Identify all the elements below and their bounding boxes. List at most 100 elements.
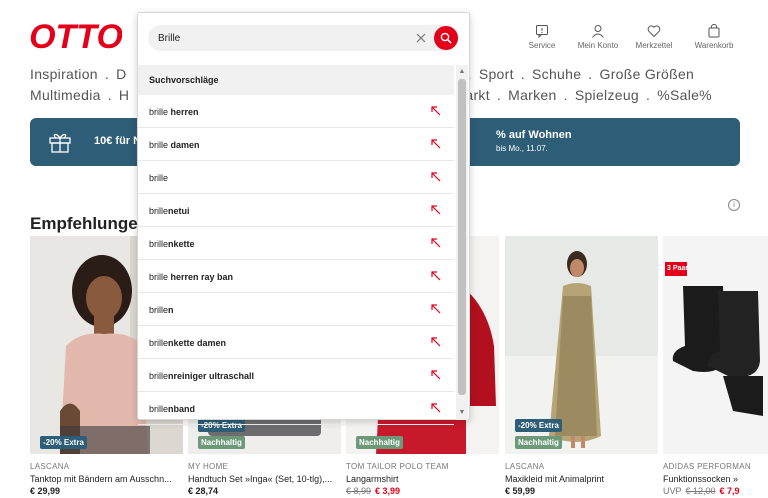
suggestion-text: brillenkette damen	[149, 338, 227, 348]
suggestions-list: brille herren brille damen brille brille…	[138, 95, 454, 425]
nav-separator: .	[563, 87, 568, 103]
suggestion-text: brille	[149, 173, 169, 183]
suggestion-item[interactable]: brillen	[138, 293, 454, 326]
suggestion-text: brille herren ray ban	[149, 272, 234, 282]
logo-text: OTTO	[30, 18, 122, 54]
suggestion-item[interactable]: brille herren ray ban	[138, 260, 454, 293]
fill-query-arrow-icon[interactable]	[430, 204, 442, 216]
suggestion-item[interactable]: brillenband	[138, 392, 454, 425]
nav-item-marken[interactable]: Marken	[508, 85, 556, 106]
search-input[interactable]	[158, 29, 398, 47]
product-price: € 8,99 € 3,99	[346, 486, 400, 496]
product-brand: ADIDAS PERFORMAN	[663, 462, 751, 471]
fill-query-arrow-icon[interactable]	[430, 336, 442, 348]
fill-query-arrow-icon[interactable]	[430, 171, 442, 183]
nav-item-sale[interactable]: %Sale%	[657, 85, 712, 106]
suggestion-item[interactable]: brillenkette damen	[138, 326, 454, 359]
product-image[interactable]: -20% Extra Nachhaltig	[505, 236, 658, 454]
cart-icon	[708, 24, 720, 38]
fill-query-arrow-icon[interactable]	[430, 303, 442, 315]
product-brand: LASCANA	[30, 462, 70, 471]
product-price: UVP € 12,00 € 7,9	[663, 486, 740, 496]
nav-separator: .	[588, 66, 593, 82]
cart-button[interactable]: Warenkorb	[688, 24, 740, 50]
banner-left-text: 10€ für N	[94, 135, 142, 147]
nav-item-grosse-groessen[interactable]: Große Größen	[600, 64, 695, 85]
gift-icon	[49, 133, 71, 153]
suggestion-item[interactable]: brille damen	[138, 128, 454, 161]
product-name[interactable]: Maxikleid mit Animalprint	[505, 474, 658, 484]
product-name[interactable]: Handtuch Set »Inga« (Set, 10-tlg),...	[188, 474, 341, 484]
scroll-thumb[interactable]	[458, 79, 466, 395]
nav-item-multimedia[interactable]: Multimedia	[30, 85, 101, 106]
fill-query-arrow-icon[interactable]	[430, 369, 442, 381]
product-brand: MY HOME	[188, 462, 229, 471]
account-label: Mein Konto	[577, 41, 619, 50]
suggestions-header: Suchvorschläge	[138, 65, 454, 95]
fill-query-arrow-icon[interactable]	[430, 138, 442, 150]
banner-right-subtitle: bis Mo., 11.07.	[496, 144, 548, 153]
header-icons: Service Mein Konto Merkzettel Warenkorb	[520, 24, 740, 50]
sustainable-badge: Nachhaltig	[198, 436, 245, 449]
clear-icon[interactable]	[414, 31, 428, 45]
product-price: € 29,99	[30, 486, 61, 496]
banner-right-title: % auf Wohnen	[496, 129, 572, 141]
otto-logo[interactable]: OTTO	[30, 18, 122, 54]
product-brand: TOM TAILOR POLO TEAM	[346, 462, 449, 471]
info-icon[interactable]: i	[728, 199, 740, 211]
heart-icon	[647, 25, 661, 38]
product-card[interactable]: 3 Paar ADIDAS PERFORMAN Funktionssocken …	[663, 236, 768, 498]
sustainable-badge: Nachhaltig	[356, 436, 403, 449]
old-price: € 8,99	[346, 486, 372, 496]
suggestion-item[interactable]: brille herren	[138, 95, 454, 128]
product-name[interactable]: Funktionssocken »	[663, 474, 768, 484]
nav-item-spielzeug[interactable]: Spielzeug	[575, 85, 639, 106]
search-icon	[440, 32, 452, 44]
suggestion-item[interactable]: brillenreiniger ultraschall	[138, 359, 454, 392]
search-suggestions-panel: Suchvorschläge brille herren brille dame…	[137, 12, 470, 425]
suggestion-item[interactable]: brillenetui	[138, 194, 454, 227]
product-name[interactable]: Langarmshirt	[346, 474, 499, 484]
search-button[interactable]	[434, 26, 458, 50]
product-image[interactable]: 3 Paar	[663, 236, 768, 454]
suggestion-text: brillenreiniger ultraschall	[149, 371, 255, 381]
scroll-up-arrow-icon[interactable]: ▲	[458, 68, 466, 76]
sale-price: € 3,99	[375, 486, 401, 496]
nav-item-h[interactable]: H	[119, 85, 129, 106]
suggestions-scrollbar[interactable]: ▲ ▼	[456, 65, 468, 420]
fill-query-arrow-icon[interactable]	[430, 237, 442, 249]
account-icon	[592, 25, 604, 38]
search-box[interactable]	[148, 25, 459, 51]
pack-badge: 3 Paar	[665, 262, 688, 276]
suggestion-item[interactable]: brillenkette	[138, 227, 454, 260]
fill-query-arrow-icon[interactable]	[430, 105, 442, 117]
scroll-down-arrow-icon[interactable]: ▼	[458, 409, 466, 417]
nav-item-schuhe[interactable]: Schuhe	[532, 64, 581, 85]
fill-query-arrow-icon[interactable]	[430, 270, 442, 282]
service-icon	[536, 25, 548, 38]
product-price: € 59,99	[505, 486, 536, 496]
nav-separator: .	[107, 87, 112, 103]
nav-separator: .	[646, 87, 651, 103]
wishlist-button[interactable]: Merkzettel	[632, 24, 676, 50]
suggestion-text: brillenband	[149, 404, 196, 414]
nav-item-d[interactable]: D	[116, 64, 126, 85]
discount-badge: -20% Extra	[515, 419, 562, 432]
suggestion-text: brille damen	[149, 140, 200, 150]
account-button[interactable]: Mein Konto	[576, 24, 620, 50]
service-button[interactable]: Service	[520, 24, 564, 50]
old-price: € 12,00	[685, 486, 716, 496]
fill-query-arrow-icon[interactable]	[430, 402, 442, 414]
product-card[interactable]: -20% Extra Nachhaltig LASCANA Maxikleid …	[505, 236, 658, 498]
sale-price: € 7,9	[719, 486, 740, 496]
suggestion-item[interactable]: brille	[138, 161, 454, 194]
sustainable-badge: Nachhaltig	[515, 436, 562, 449]
nav-item-sport[interactable]: Sport	[479, 64, 514, 85]
service-label: Service	[528, 41, 556, 50]
product-name[interactable]: Tanktop mit Bändern am Ausschn...	[30, 474, 183, 484]
discount-badge: -20% Extra	[40, 436, 87, 449]
nav-item-inspiration[interactable]: Inspiration	[30, 64, 98, 85]
otto-page: { "header": { "logo_text": "OTTO", "icon…	[0, 0, 768, 498]
suggestion-text: brillenetui	[149, 206, 190, 216]
suggestion-text: brillenkette	[149, 239, 195, 249]
